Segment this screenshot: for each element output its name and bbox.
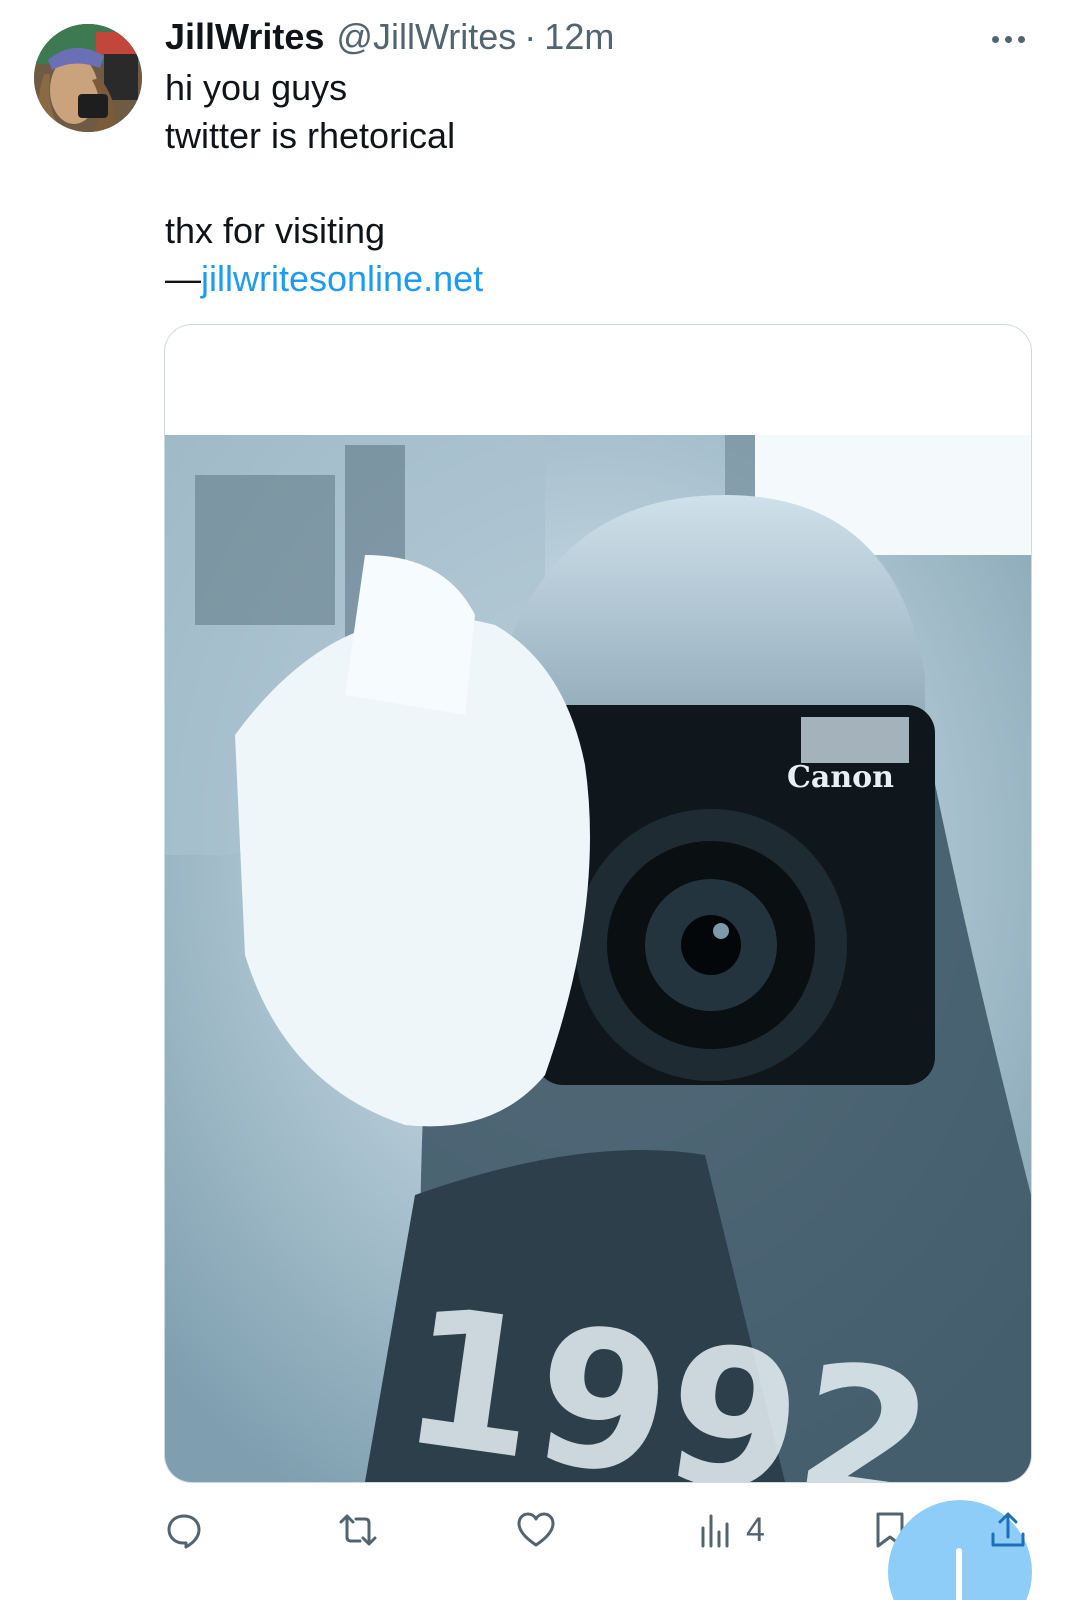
attribution-line: —jillwritesonline.net xyxy=(165,255,1025,303)
share-button[interactable] xyxy=(988,1500,1028,1560)
reply-button[interactable] xyxy=(164,1500,204,1560)
more-horizontal-icon xyxy=(991,35,1025,43)
tweet-text-line: twitter is rhetorical xyxy=(165,115,456,156)
display-name[interactable]: JillWrites xyxy=(165,16,324,58)
tweet[interactable]: JillWrites @JillWrites · 12m hi you guys… xyxy=(0,0,1088,1600)
analytics-icon xyxy=(701,1514,729,1548)
avatar-image xyxy=(34,24,142,132)
media-card[interactable]: Canon 1992 xyxy=(164,324,1032,1483)
views-count: 4 xyxy=(746,1510,765,1549)
retweet-button[interactable] xyxy=(338,1500,378,1560)
tweet-text: hi you guys twitter is rhetorical thx fo… xyxy=(165,64,1025,303)
views-button[interactable]: 4 xyxy=(696,1500,765,1560)
retweet-icon xyxy=(339,1514,377,1546)
svg-text:Canon: Canon xyxy=(787,760,894,795)
media-photo[interactable]: Canon 1992 xyxy=(165,435,1031,1482)
tweet-text-line: hi you guys xyxy=(165,67,348,108)
heart-icon xyxy=(517,1512,555,1547)
website-link[interactable]: jillwritesonline.net xyxy=(201,258,483,299)
separator-dot: · xyxy=(524,16,537,57)
more-options-button[interactable] xyxy=(980,22,1036,56)
share-icon xyxy=(991,1512,1025,1547)
user-handle[interactable]: @JillWrites xyxy=(336,16,516,58)
attribution-dash: — xyxy=(165,258,201,299)
like-button[interactable] xyxy=(516,1500,556,1560)
timestamp[interactable]: 12m xyxy=(544,16,614,58)
reply-icon xyxy=(167,1514,201,1549)
tweet-header: JillWrites @JillWrites · 12m xyxy=(165,16,614,58)
tweet-text-line: thx for visiting xyxy=(165,210,386,251)
photo-image: Canon 1992 xyxy=(165,435,1031,1482)
avatar[interactable] xyxy=(34,24,142,132)
plus-icon xyxy=(956,1548,962,1600)
